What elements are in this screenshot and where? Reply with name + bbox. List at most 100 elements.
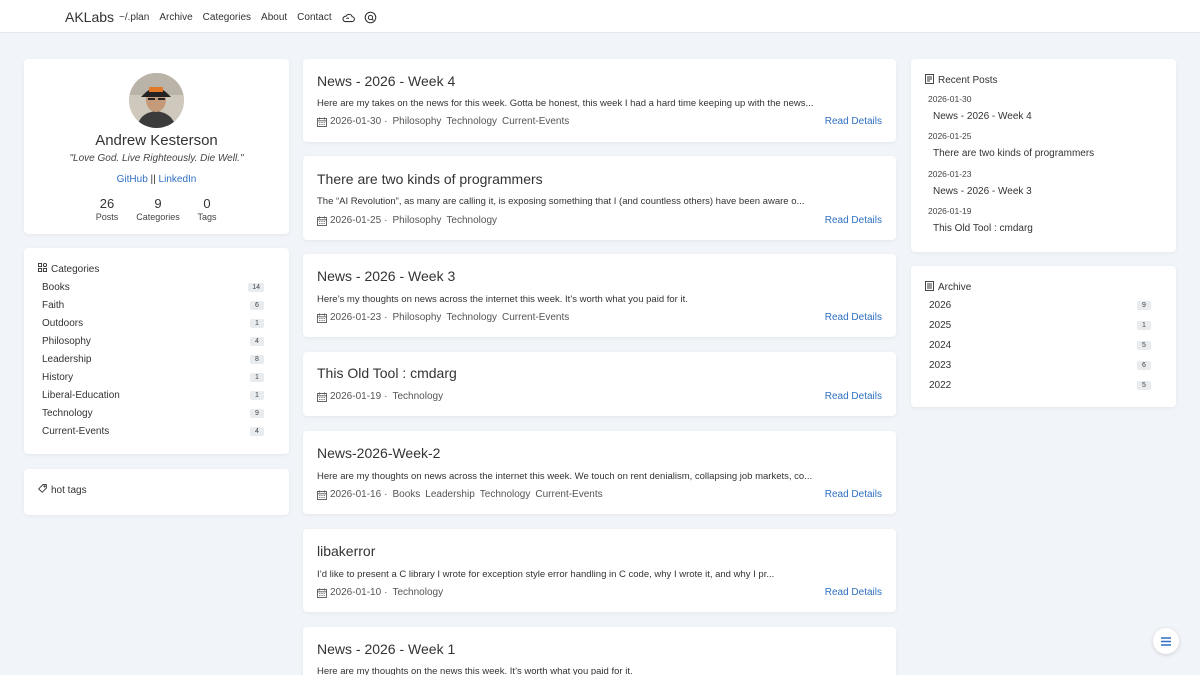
recent-post-date: 2026-01-23 [928, 169, 972, 179]
calendar-icon [317, 588, 327, 598]
post-title[interactable]: This Old Tool : cmdarg [317, 365, 457, 381]
category-item-technology[interactable]: Technology 9 [42, 406, 264, 420]
read-details-link[interactable]: Read Details [825, 215, 882, 226]
archive-year-2026[interactable]: 2026 9 [929, 298, 1151, 312]
nav-link-archive[interactable]: Archive [159, 12, 192, 23]
category-label: History [42, 371, 74, 383]
nav-link-categories[interactable]: Categories [203, 12, 251, 23]
recent-post-link[interactable]: News - 2026 - Week 4 [933, 111, 1032, 122]
post-category[interactable]: Books [393, 489, 421, 500]
profile-card: Andrew Kesterson "Love God. Live Righteo… [24, 59, 289, 234]
category-label: Leadership [42, 353, 92, 365]
nav-link-about[interactable]: About [261, 12, 287, 23]
post-title[interactable]: News - 2026 - Week 1 [317, 641, 455, 657]
toc-menu-button[interactable] [1153, 628, 1179, 654]
post-category[interactable]: Technology [446, 215, 497, 226]
nav-link-plan[interactable]: ~/.plan [119, 12, 149, 23]
post-category[interactable]: Technology [393, 391, 444, 402]
post-date: 2026-01-19 [330, 391, 382, 402]
stat-categories[interactable]: 9 Categories [132, 196, 184, 222]
document-icon [925, 74, 938, 87]
post-title[interactable]: There are two kinds of programmers [317, 171, 543, 187]
post-meta: 2026-01-16 · Books Leadership Technology … [317, 489, 603, 500]
author-quote: "Love God. Live Righteously. Die Well." [69, 153, 244, 164]
post-excerpt: I’d like to present a C library I wrote … [317, 569, 775, 580]
recent-post-link[interactable]: News - 2026 - Week 3 [933, 186, 1032, 197]
post-category[interactable]: Philosophy [393, 215, 442, 226]
menu-icon [1161, 636, 1171, 646]
archive-year-2024[interactable]: 2024 5 [929, 338, 1151, 352]
post-category[interactable]: Philosophy [393, 116, 442, 127]
post-meta: 2026-01-10 · Technology [317, 587, 443, 598]
read-details-link[interactable]: Read Details [825, 312, 882, 323]
post-category[interactable]: Technology [446, 116, 497, 127]
calendar-icon [317, 216, 327, 226]
nav-link-contact[interactable]: Contact [297, 12, 331, 23]
social-links: GitHub || LinkedIn [24, 174, 289, 185]
meta-separator: · [384, 587, 388, 598]
github-link[interactable]: GitHub [117, 174, 148, 185]
post-category[interactable]: Technology [480, 489, 531, 500]
calendar-icon [317, 313, 327, 323]
post-category[interactable]: Technology [393, 587, 444, 598]
recent-post-date: 2026-01-30 [928, 94, 972, 104]
category-item-history[interactable]: History 1 [42, 370, 264, 384]
linkedin-link[interactable]: LinkedIn [159, 174, 197, 185]
recent-posts-header: Recent Posts [925, 74, 997, 87]
post-category[interactable]: Philosophy [393, 312, 442, 323]
read-details-link[interactable]: Read Details [825, 587, 882, 598]
recent-post-link[interactable]: This Old Tool : cmdarg [933, 223, 1033, 234]
stat-tags[interactable]: 0 Tags [192, 196, 222, 222]
post-title[interactable]: News - 2026 - Week 4 [317, 73, 455, 89]
post-meta: 2026-01-23 · Philosophy Technology Curren… [317, 312, 569, 323]
category-item-current-events[interactable]: Current-Events 4 [42, 424, 264, 438]
archive-year-2025[interactable]: 2025 1 [929, 318, 1151, 332]
post-excerpt: Here are my takes on the news for this w… [317, 98, 814, 109]
calendar-icon [317, 490, 327, 500]
read-details-link[interactable]: Read Details [825, 116, 882, 127]
post-title[interactable]: News-2026-Week-2 [317, 445, 440, 461]
stat-tags-value: 0 [203, 196, 211, 211]
post-excerpt: The “AI Revolution”, as many are calling… [317, 196, 805, 207]
read-details-link[interactable]: Read Details [825, 391, 882, 402]
categories-header: Categories [38, 263, 99, 275]
category-count: 8 [250, 354, 264, 364]
recent-post-link[interactable]: There are two kinds of programmers [933, 148, 1094, 159]
archive-year-2022[interactable]: 2022 5 [929, 378, 1151, 392]
post-category[interactable]: Current-Events [502, 116, 569, 127]
archive-title: Archive [938, 282, 972, 293]
social-separator: || [150, 174, 156, 185]
hot-tags-header: hot tags [38, 484, 87, 496]
read-details-link[interactable]: Read Details [825, 489, 882, 500]
archive-count: 5 [1137, 340, 1151, 350]
category-item-faith[interactable]: Faith 6 [42, 298, 264, 312]
tag-icon [38, 484, 51, 496]
post-category[interactable]: Leadership [425, 489, 474, 500]
category-label: Books [42, 281, 70, 293]
archive-year-2023[interactable]: 2023 6 [929, 358, 1151, 372]
category-label: Liberal-Education [42, 389, 120, 401]
post-category[interactable]: Technology [446, 312, 497, 323]
category-item-philosophy[interactable]: Philosophy 4 [42, 334, 264, 348]
post-card: This Old Tool : cmdarg 2026-01-19 · Techn… [303, 352, 896, 416]
post-category[interactable]: Current-Events [502, 312, 569, 323]
category-item-leadership[interactable]: Leadership 8 [42, 352, 264, 366]
search-icon[interactable] [364, 11, 377, 24]
post-title[interactable]: News - 2026 - Week 3 [317, 268, 455, 284]
archive-count: 5 [1137, 380, 1151, 390]
calendar-icon [317, 117, 327, 127]
archive-year-label: 2024 [929, 339, 952, 351]
cloud-icon[interactable] [342, 11, 355, 24]
category-item-outdoors[interactable]: Outdoors 1 [42, 316, 264, 330]
category-item-books[interactable]: Books 14 [42, 280, 264, 294]
category-count: 9 [250, 408, 264, 418]
post-title[interactable]: libakerror [317, 543, 375, 559]
categories-card: Categories Books 14 Faith 6 Outdoors 1 Phil… [24, 248, 289, 454]
stat-posts[interactable]: 26 Posts [92, 196, 122, 222]
site-brand[interactable]: AKLabs [65, 9, 114, 25]
archive-count: 1 [1137, 320, 1151, 330]
category-item-liberal-education[interactable]: Liberal-Education 1 [42, 388, 264, 402]
author-name: Andrew Kesterson [95, 132, 218, 149]
post-date: 2026-01-16 [330, 489, 382, 500]
post-category[interactable]: Current-Events [535, 489, 602, 500]
